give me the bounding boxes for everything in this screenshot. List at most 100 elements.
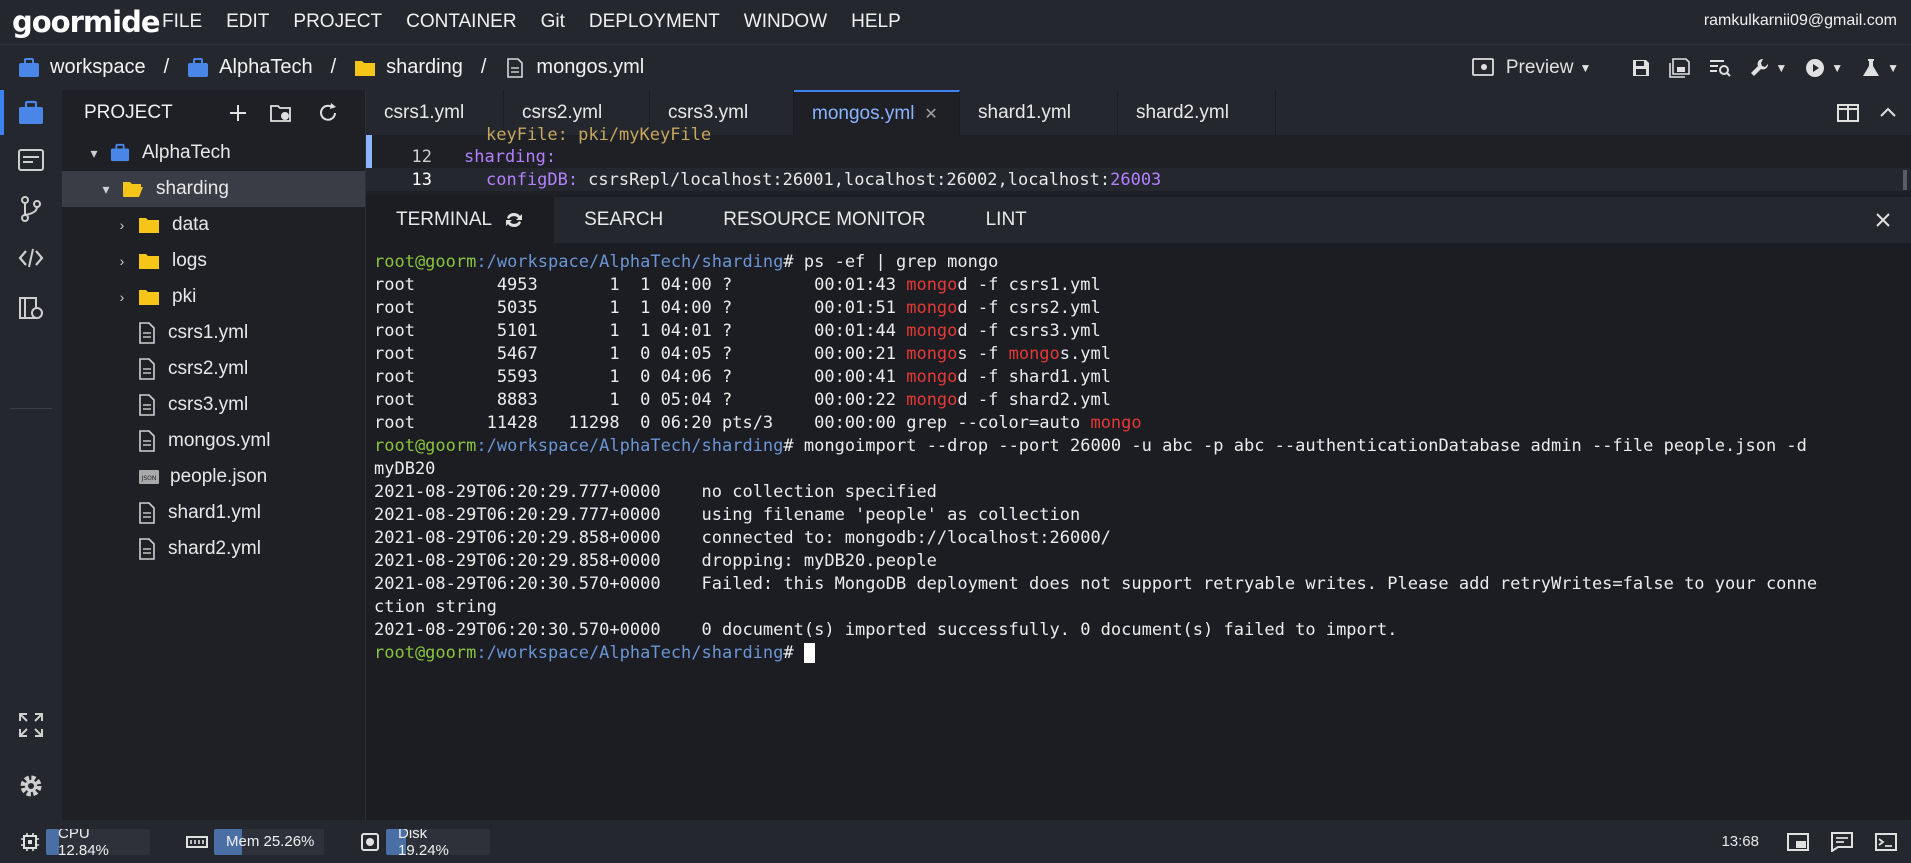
toolbar: Preview ▼ ▼ ▼ ▼ bbox=[1454, 45, 1899, 91]
terminal-line-prompt: root@goorm:/workspace/AlphaTech/sharding… bbox=[374, 251, 1911, 274]
project-panel: PROJECT ▾ AlphaTech ▾ sharding › data › … bbox=[62, 90, 366, 820]
ps-text: s -f bbox=[957, 344, 1009, 364]
layout-icon[interactable] bbox=[1787, 832, 1809, 852]
menu-git[interactable]: Git bbox=[541, 11, 565, 33]
container-settings-icon[interactable] bbox=[18, 295, 44, 321]
save-all-button[interactable] bbox=[1669, 58, 1691, 78]
ps-text: root 5593 1 0 04:06 ? 00:00:41 bbox=[374, 367, 907, 387]
breadcrumb-separator: / bbox=[163, 56, 170, 78]
test-button[interactable]: ▼ bbox=[1861, 58, 1899, 78]
chevron-down-icon: ▼ bbox=[1831, 61, 1844, 75]
split-editor-icon[interactable] bbox=[1837, 103, 1859, 123]
tree-item-csrs3[interactable]: csrs3.yml bbox=[62, 387, 365, 423]
tree-item-csrs2[interactable]: csrs2.yml bbox=[62, 351, 365, 387]
git-branch-icon[interactable] bbox=[18, 196, 44, 222]
disk-monitor[interactable]: Disk 19.24% bbox=[360, 828, 490, 855]
refresh-icon[interactable] bbox=[317, 102, 339, 124]
tab-terminal[interactable]: TERMINAL bbox=[366, 197, 555, 243]
tree-item-alphatech[interactable]: ▾ AlphaTech bbox=[62, 135, 365, 171]
tree-item-shard2[interactable]: shard2.yml bbox=[62, 531, 365, 567]
goormide-logo[interactable]: goormide bbox=[12, 5, 162, 39]
menu-help[interactable]: HELP bbox=[851, 11, 901, 33]
breadcrumb-separator: / bbox=[330, 56, 337, 78]
tree-item-sharding[interactable]: ▾ sharding bbox=[62, 171, 365, 207]
tree-item-mongos[interactable]: mongos.yml bbox=[62, 423, 365, 459]
grep-match: mongo bbox=[906, 367, 958, 387]
outline-icon[interactable] bbox=[18, 147, 44, 173]
cpu-meter: CPU 12.84% bbox=[46, 828, 150, 855]
menu-edit[interactable]: EDIT bbox=[226, 11, 269, 33]
breadcrumb-label: workspace bbox=[50, 56, 146, 78]
tree-item-csrs1[interactable]: csrs1.yml bbox=[62, 315, 365, 351]
scrollbar[interactable] bbox=[1903, 170, 1907, 190]
terminal-line-log: 2021-08-29T06:20:29.777+0000 using filen… bbox=[374, 505, 1081, 525]
find-in-files-button[interactable] bbox=[1709, 58, 1732, 78]
cursor-position[interactable]: 13:68 bbox=[1721, 833, 1759, 850]
code-line-partial: keyFile: pki/myKeyFile bbox=[366, 123, 1911, 146]
tree-item-shard1[interactable]: shard1.yml bbox=[62, 495, 365, 531]
expand-icon[interactable] bbox=[18, 712, 44, 738]
json-file-icon: JSON bbox=[139, 470, 159, 484]
preview-button[interactable]: Preview ▼ bbox=[1471, 57, 1591, 79]
terminal-cursor bbox=[803, 643, 815, 663]
menu-project[interactable]: PROJECT bbox=[293, 11, 382, 33]
play-icon bbox=[1806, 59, 1825, 77]
gear-icon[interactable] bbox=[18, 773, 44, 799]
terminal-icon[interactable] bbox=[1875, 832, 1897, 852]
menu-window[interactable]: WINDOW bbox=[744, 11, 827, 33]
prompt-path: :/workspace/AlphaTech/sharding bbox=[476, 436, 784, 456]
breadcrumb-project[interactable]: AlphaTech bbox=[187, 56, 313, 79]
tree-item-label: csrs1.yml bbox=[168, 322, 249, 343]
tree-item-pki[interactable]: › pki bbox=[62, 279, 365, 315]
menu-file[interactable]: FILE bbox=[162, 11, 202, 33]
new-folder-icon[interactable] bbox=[270, 102, 292, 124]
terminal[interactable]: root@goorm :/workspace/AlphaTech/sharding… bbox=[366, 243, 1911, 820]
yaml-value: csrsRepl/localhost:26001,localhost:26002… bbox=[588, 169, 1111, 190]
prompt-user: root@goorm bbox=[374, 643, 477, 663]
tab-resource-monitor[interactable]: RESOURCE MONITOR bbox=[693, 197, 955, 243]
breadcrumb-separator: / bbox=[480, 56, 487, 78]
cpu-icon bbox=[21, 832, 39, 851]
code-text: keyFile: pki/myKeyFile bbox=[486, 124, 712, 145]
cpu-monitor[interactable]: CPU 12.84% bbox=[20, 828, 150, 855]
grep-match: mongo bbox=[906, 275, 958, 295]
breadcrumb-file[interactable]: mongos.yml bbox=[504, 56, 644, 79]
grep-match: mongo bbox=[906, 344, 958, 364]
chat-icon[interactable] bbox=[1831, 832, 1853, 852]
breadcrumb-workspace[interactable]: workspace bbox=[18, 56, 146, 79]
briefcase-icon bbox=[188, 57, 209, 77]
memory-monitor[interactable]: Mem 25.26% bbox=[186, 828, 324, 855]
tree-item-label: people.json bbox=[170, 466, 268, 487]
ps-text: d -f csrs2.yml bbox=[957, 298, 1101, 318]
ps-text: root 8883 1 0 05:04 ? 00:00:22 bbox=[374, 390, 907, 410]
refresh-icon[interactable] bbox=[504, 211, 524, 229]
preview-label: Preview bbox=[1505, 57, 1574, 78]
run-button[interactable]: ▼ bbox=[1805, 58, 1843, 78]
tree-item-people-json[interactable]: JSON people.json bbox=[62, 459, 365, 495]
memory-label: Mem 25.26% bbox=[226, 833, 315, 850]
breadcrumb: workspace / AlphaTech / sharding / mongo… bbox=[0, 44, 1911, 90]
build-tools-button[interactable]: ▼ bbox=[1749, 58, 1787, 78]
code-icon[interactable] bbox=[18, 245, 44, 271]
tree-item-data[interactable]: › data bbox=[62, 207, 365, 243]
tree-item-logs[interactable]: › logs bbox=[62, 243, 365, 279]
menu-deployment[interactable]: DEPLOYMENT bbox=[589, 11, 720, 33]
save-button[interactable] bbox=[1631, 58, 1651, 78]
project-explorer-icon[interactable] bbox=[18, 100, 44, 126]
chevron-up-icon[interactable] bbox=[1879, 105, 1897, 119]
disk-meter: Disk 19.24% bbox=[386, 828, 490, 855]
tree-item-label: mongos.yml bbox=[168, 430, 271, 451]
close-icon[interactable] bbox=[1875, 212, 1891, 228]
terminal-line-log: 2021-08-29T06:20:30.570+0000 0 document(… bbox=[374, 620, 1398, 640]
tab-search[interactable]: SEARCH bbox=[554, 197, 693, 243]
tab-label: csrs2.yml bbox=[522, 101, 603, 123]
new-file-icon[interactable] bbox=[227, 102, 249, 124]
close-tab-icon[interactable]: ✕ bbox=[924, 104, 937, 124]
terminal-line-ps: root 5035 1 1 04:00 ? 00:01:51 mongod -f… bbox=[374, 297, 1911, 320]
tab-lint[interactable]: LINT bbox=[956, 197, 1057, 243]
user-account[interactable]: ramkulkarnii09@gmail.com bbox=[1704, 12, 1897, 30]
code-editor[interactable]: keyFile: pki/myKeyFile 12 sharding: 13 c… bbox=[366, 125, 1911, 195]
breadcrumb-folder[interactable]: sharding bbox=[354, 56, 463, 79]
breadcrumb-label: AlphaTech bbox=[219, 56, 313, 78]
menu-container[interactable]: CONTAINER bbox=[406, 11, 516, 33]
